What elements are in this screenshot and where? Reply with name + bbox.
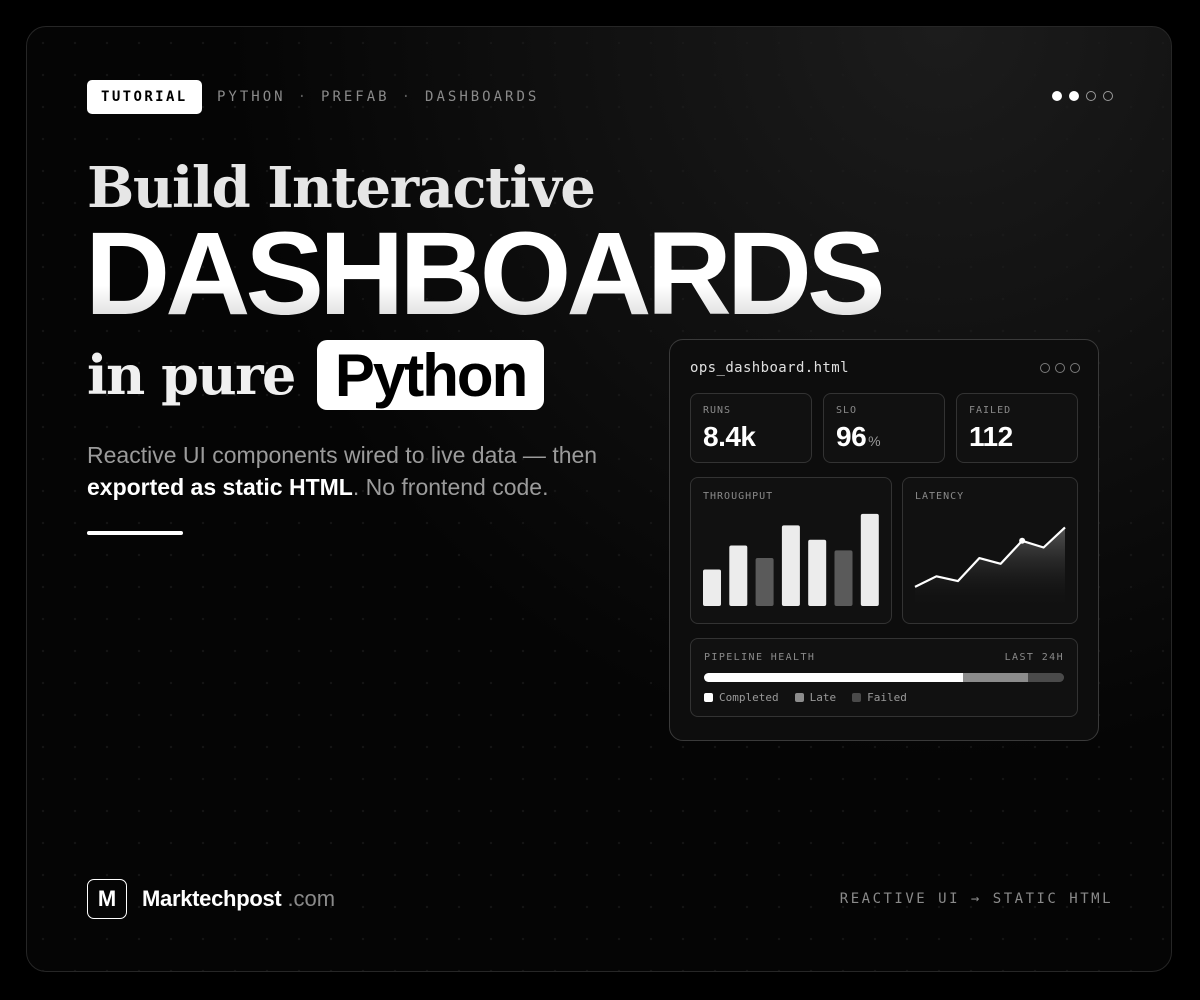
stat-label: RUNS: [703, 405, 732, 416]
pipeline-health-label: PIPELINE HEALTH: [704, 652, 816, 663]
hero-card: TUTORIAL PYTHON · PREFAB · DASHBOARDS Bu…: [26, 26, 1172, 972]
subtitle-part1: Reactive UI components wired to live dat…: [87, 442, 598, 468]
stat-runs: RUNS 8.4k: [690, 393, 812, 463]
pipeline-segment-late: [963, 673, 1028, 682]
headline-prefix: in pure: [87, 343, 296, 407]
stat-number: 8.4k: [703, 421, 756, 452]
legend-label: Late: [809, 691, 837, 704]
stat-unit: %: [868, 433, 881, 449]
throughput-bar: [755, 558, 774, 606]
headline-line3: in pure Python: [87, 339, 545, 411]
tutorial-tag: TUTORIAL: [87, 80, 202, 114]
dashboard-title: ops_dashboard.html: [690, 360, 849, 376]
window-controls: [1040, 363, 1080, 373]
accent-rule: [87, 531, 183, 535]
legend-label: Failed: [867, 691, 907, 704]
brand-name: Marktechpost .com: [142, 886, 335, 912]
throughput-bar-chart: [703, 513, 879, 606]
pipeline-segment-failed: [1027, 673, 1064, 682]
legend-item: Late: [794, 691, 837, 704]
throughput-panel: THROUGHPUT: [690, 477, 892, 624]
throughput-bar: [703, 569, 721, 606]
crumb-python: PYTHON: [217, 89, 286, 105]
python-highlight: Python: [316, 340, 545, 410]
stat-value: 96%: [836, 421, 881, 453]
pipeline-legend: Completed Late Failed: [704, 691, 907, 704]
subtitle-emphasis: exported as static HTML: [87, 474, 353, 500]
throughput-bar: [781, 525, 800, 606]
pager-dot-icon: [1069, 91, 1079, 101]
window-dot-icon: [1040, 363, 1050, 373]
window-dot-icon: [1070, 363, 1080, 373]
stat-label: FAILED: [969, 405, 1012, 416]
topic-breadcrumb: PYTHON · PREFAB · DASHBOARDS: [217, 87, 539, 107]
stat-number: 96: [836, 421, 867, 452]
pipeline-segment-completed: [704, 673, 964, 682]
crumb-prefab: PREFAB: [321, 89, 390, 105]
stat-label: SLO: [836, 405, 858, 416]
stat-slo: SLO 96%: [823, 393, 945, 463]
brand-logo-icon: M: [87, 879, 127, 919]
stat-value: 8.4k: [703, 421, 756, 453]
brand-wordmark: Marktechpost: [142, 886, 282, 911]
crumb-separator: ·: [297, 89, 310, 105]
legend-item: Completed: [704, 691, 779, 704]
pipeline-health: PIPELINE HEALTH LAST 24H Completed Late Fa…: [690, 638, 1078, 717]
throughput-bar: [808, 539, 827, 606]
latency-line-chart: [914, 526, 1066, 608]
throughput-bar: [860, 513, 879, 606]
brand-tld: .com: [287, 886, 336, 911]
slide-pager: [1052, 91, 1113, 101]
stat-failed: FAILED 112: [956, 393, 1078, 463]
crumb-separator: ·: [401, 89, 414, 105]
pager-dot-icon: [1086, 91, 1096, 101]
legend-label: Completed: [719, 691, 779, 704]
latency-marker: [1019, 537, 1026, 544]
footer-tagline: REACTIVE UI → STATIC HTML: [839, 891, 1113, 907]
dashboard-preview: ops_dashboard.html RUNS 8.4k SLO 96% FAI…: [669, 339, 1099, 741]
headline-dashboards: DASHBOARDS: [85, 208, 886, 340]
subtitle: Reactive UI components wired to live dat…: [87, 439, 667, 503]
pipeline-stacked-bar: [704, 673, 1064, 682]
stat-number: 112: [969, 421, 1013, 452]
latency-panel: LATENCY: [902, 477, 1078, 624]
legend-swatch: [794, 693, 804, 702]
stat-value: 112: [969, 421, 1013, 453]
crumb-dashboards: DASHBOARDS: [425, 89, 540, 105]
pager-dot-icon: [1052, 91, 1062, 101]
pager-dot-icon: [1103, 91, 1113, 101]
legend-item: Failed: [852, 691, 907, 704]
latency-area: [915, 527, 1065, 608]
window-dot-icon: [1055, 363, 1065, 373]
subtitle-part2: . No frontend code.: [352, 474, 549, 500]
legend-swatch: [852, 693, 862, 702]
throughput-bar: [834, 550, 853, 606]
pipeline-range: LAST 24H: [1004, 652, 1064, 663]
throughput-bar: [729, 545, 748, 606]
legend-swatch: [704, 693, 713, 702]
